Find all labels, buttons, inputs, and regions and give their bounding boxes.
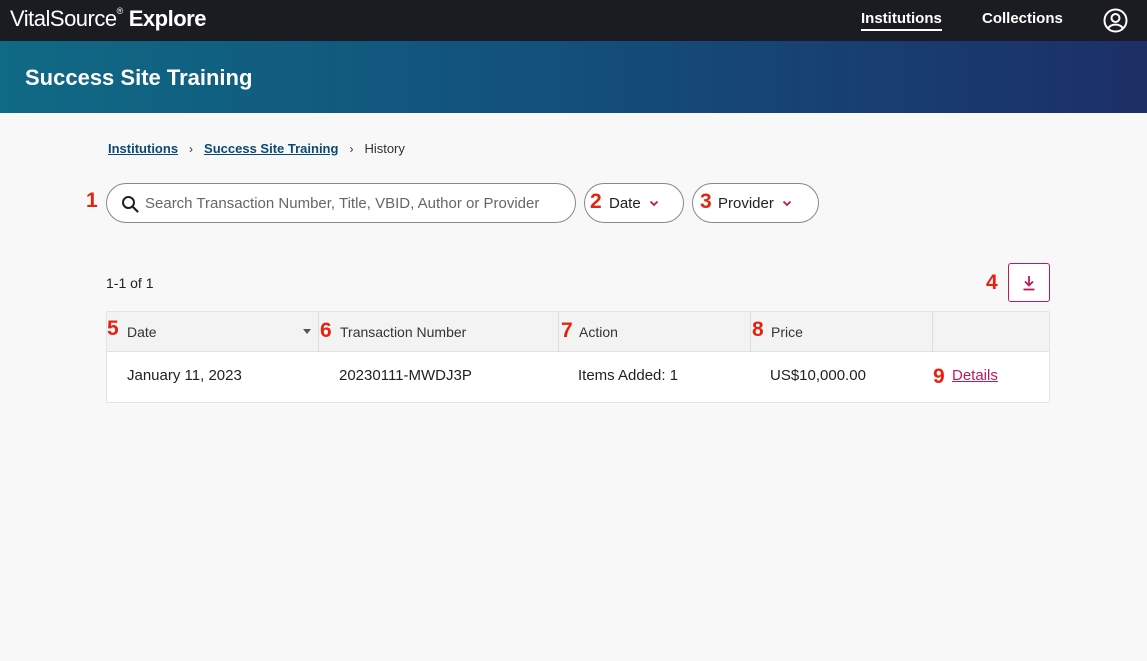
breadcrumb: Institutions › Success Site Training › H…	[108, 141, 405, 156]
nav-collections[interactable]: Collections	[982, 10, 1063, 27]
column-header-action[interactable]: Action	[559, 312, 751, 352]
annotation-marker-8: 8	[752, 318, 764, 341]
search-input[interactable]	[145, 192, 565, 214]
date-filter-label: Date	[609, 194, 641, 212]
annotation-marker-3: 3	[700, 190, 712, 213]
download-icon	[1023, 276, 1035, 291]
account-circle-icon[interactable]	[1103, 8, 1128, 33]
provider-filter-label: Provider	[718, 194, 774, 212]
page-title: Success Site Training	[25, 65, 253, 90]
annotation-marker-5: 5	[107, 317, 119, 340]
chevron-right-icon: ›	[349, 141, 354, 156]
cell-action: Items Added: 1	[578, 367, 679, 384]
column-header-actions	[933, 312, 1049, 352]
chevron-right-icon: ›	[189, 141, 194, 156]
cell-transaction-number: 20230111-MWDJ3P	[339, 367, 472, 384]
download-button[interactable]	[1008, 263, 1050, 302]
annotation-marker-9: 9	[933, 365, 945, 388]
nav-institutions[interactable]: Institutions	[861, 10, 942, 31]
table-header: Date Transaction Number Action Price	[107, 312, 1049, 352]
column-label: Action	[579, 324, 618, 340]
cell-date: January 11, 2023	[127, 367, 242, 384]
search-icon	[122, 196, 139, 213]
history-table: Date Transaction Number Action Price Jan…	[106, 311, 1050, 403]
column-header-transaction-number[interactable]: Transaction Number	[319, 312, 559, 352]
logo-explore-text: Explore	[128, 6, 207, 31]
top-nav-bar: VitalSource® Explore Institutions Collect…	[0, 0, 1147, 41]
column-label: Transaction Number	[340, 324, 467, 340]
breadcrumb-institutions[interactable]: Institutions	[108, 141, 178, 156]
logo-registered-mark: ®	[116, 6, 124, 16]
chevron-down-icon	[649, 200, 658, 207]
page-banner: Success Site Training	[0, 41, 1147, 113]
chevron-down-icon	[782, 200, 791, 207]
annotation-marker-7: 7	[561, 319, 573, 342]
results-count: 1-1 of 1	[106, 275, 154, 291]
annotation-marker-4: 4	[986, 271, 998, 294]
column-header-date[interactable]: Date	[107, 312, 319, 352]
details-link[interactable]: Details	[952, 367, 998, 384]
annotation-marker-2: 2	[590, 190, 602, 213]
search-field[interactable]	[106, 183, 576, 223]
column-label: Date	[127, 324, 157, 340]
logo-vitalsource-text: VitalSource	[10, 6, 117, 31]
column-header-price[interactable]: Price	[751, 312, 933, 352]
vitalsource-explore-logo[interactable]: VitalSource® Explore	[10, 6, 206, 32]
breadcrumb-history: History	[364, 141, 405, 156]
sort-descending-icon[interactable]	[303, 329, 311, 334]
annotation-marker-6: 6	[320, 319, 332, 342]
cell-price: US$10,000.00	[770, 367, 866, 384]
breadcrumb-success-site-training[interactable]: Success Site Training	[204, 141, 338, 156]
annotation-marker-1: 1	[86, 189, 98, 212]
column-label: Price	[771, 324, 803, 340]
